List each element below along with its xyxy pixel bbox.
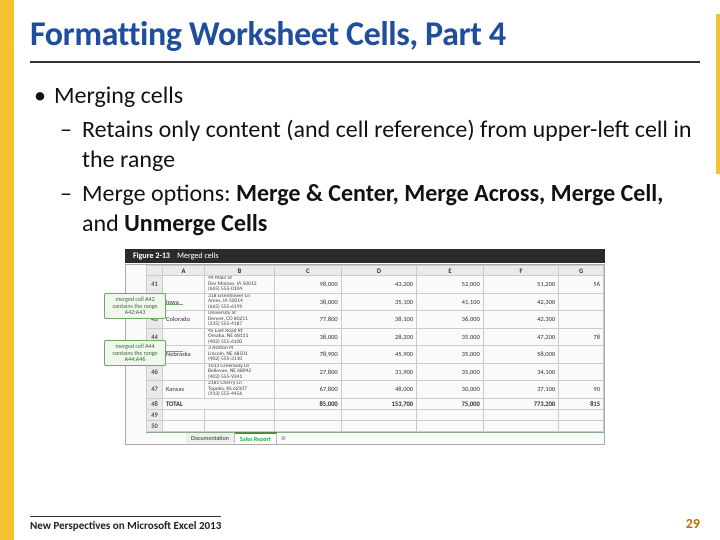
figure-caption: Figure 2-13 Merged cells: [125, 249, 605, 263]
col-hdr: B: [205, 266, 275, 276]
col-hdr: E: [417, 266, 484, 276]
sheet-tabs: Documentation Sales Report ⊕: [146, 432, 604, 444]
l2b-mid: and: [82, 209, 124, 238]
table-row: 45Nebraska3 Ashton PlLincoln, NE 68501(4…: [147, 346, 604, 364]
slide-title: Formatting Worksheet Cells, Part 4: [30, 14, 700, 63]
sheet-tab-active: Sales Report: [235, 432, 277, 444]
col-hdr: A: [163, 266, 205, 276]
figure-wrapper: Figure 2-13 Merged cells merged cell A42…: [30, 249, 700, 445]
body-text: Merging cells Retains only content (and …: [30, 81, 700, 239]
col-hdr: F: [483, 266, 558, 276]
content-area: Formatting Worksheet Cells, Part 4 Mergi…: [30, 14, 700, 510]
page-number: 29: [686, 515, 700, 532]
slide: Formatting Worksheet Cells, Part 4 Mergi…: [0, 0, 720, 540]
sheet-tab: Documentation: [186, 433, 235, 443]
table-row: 50: [147, 420, 604, 431]
accent-left-bar: [0, 0, 14, 540]
col-hdr: G: [559, 266, 604, 276]
l2b-bold2: Unmerge Cells: [124, 209, 267, 238]
callout-merged-a42: merged cell A42 contains the range A42:A…: [104, 293, 166, 319]
footer-text: New Perspectives on Microsoft Excel 2013: [30, 516, 221, 532]
figure: Figure 2-13 Merged cells merged cell A42…: [125, 249, 605, 445]
col-header-row: A B C D E F G: [147, 266, 604, 276]
l2b-bold1: Merge & Center, Merge Across, Merge Cell…: [236, 179, 663, 208]
bullet-level2-a: Retains only content (and cell reference…: [30, 115, 700, 175]
table-row-total: 48TOTAL85,000153,70075,000773,200815: [147, 398, 604, 409]
table-row: 42Iowa318 Eisenhower LnAmes, IA 50014(66…: [147, 293, 604, 311]
bullet-level2-b: Merge options: Merge & Center, Merge Acr…: [30, 179, 700, 239]
table-row: 47Kansas2181 Cherry LnTopeka, KS 62107(9…: [147, 381, 604, 399]
footer: New Perspectives on Microsoft Excel 2013…: [30, 515, 700, 532]
add-sheet-icon: ⊕: [277, 434, 290, 442]
table-row: 4144 Main StDes Moines, IA 50012(665) 55…: [147, 276, 604, 294]
table-row: 49: [147, 409, 604, 420]
col-hdr: [147, 266, 163, 276]
table-row: 43ColoradoUniversity StDenver, CO 80211(…: [147, 311, 604, 329]
callout-merged-a44: merged cell A44 contains the range A44:A…: [104, 340, 166, 366]
col-hdr: C: [275, 266, 342, 276]
spreadsheet-table: A B C D E F G 4144 Main StDes Moines, IA…: [146, 265, 604, 432]
l2b-pre: Merge options:: [82, 179, 236, 208]
table-row: 4445 East Road RtOmaha, NE 68111(402) 55…: [147, 328, 604, 346]
figure-caption-text: Merged cells: [177, 251, 218, 261]
col-hdr: D: [341, 266, 416, 276]
table-row: 461613 Greenway DrBellevue, NE 68042(402…: [147, 363, 604, 381]
accent-right-bar: [716, 14, 720, 174]
bullet-level1: Merging cells: [30, 81, 700, 111]
figure-body: merged cell A42 contains the range A42:A…: [125, 264, 605, 445]
figure-caption-label: Figure 2-13: [133, 251, 170, 261]
